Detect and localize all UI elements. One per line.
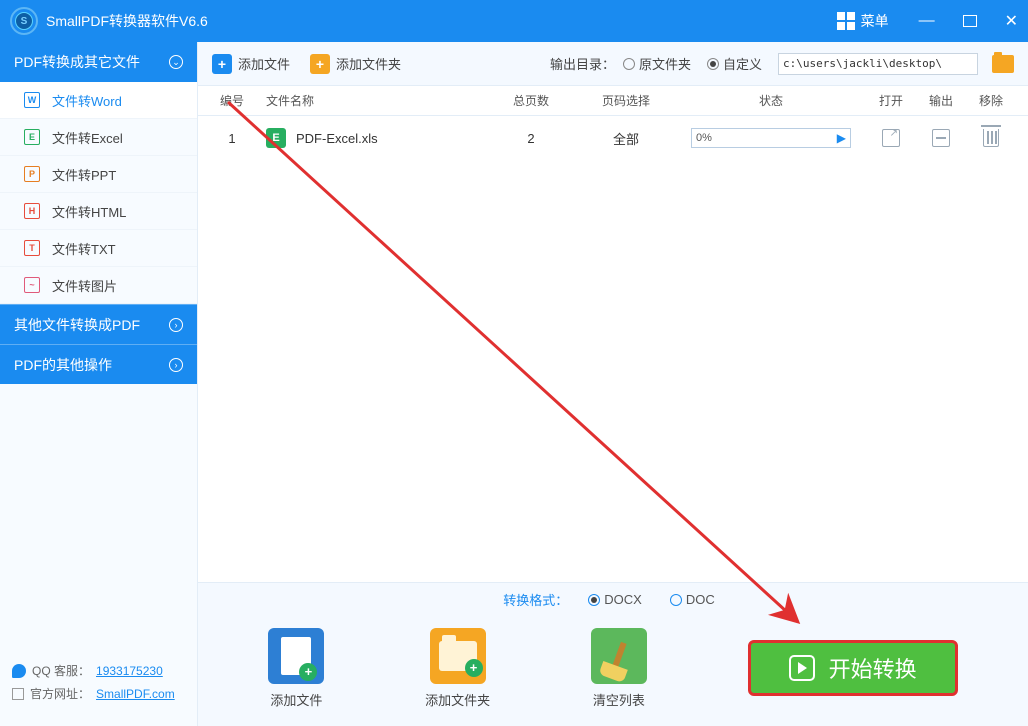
- format-label: 转换格式：: [503, 590, 568, 609]
- qq-icon: [12, 664, 26, 678]
- delete-button[interactable]: [983, 129, 999, 147]
- th-idx: 编号: [208, 92, 256, 109]
- action-label: 添加文件: [270, 690, 322, 709]
- file-list: 1 E PDF-Excel.xls 2 全部 0% ▶: [198, 116, 1028, 582]
- sidebar-item-ppt[interactable]: P文件转PPT: [0, 156, 197, 193]
- format-bar: 转换格式： DOCX DOC: [198, 582, 1028, 616]
- sidebar-group-pdf-to-other[interactable]: PDF转换成其它文件 ⌄: [0, 42, 197, 82]
- sidebar-item-label: 文件转Word: [52, 91, 122, 110]
- excel-file-icon: E: [266, 128, 286, 148]
- radio-label: 自定义: [723, 54, 762, 73]
- sidebar-item-word[interactable]: W文件转Word: [0, 82, 197, 119]
- sidebar-item-html[interactable]: H文件转HTML: [0, 193, 197, 230]
- cell-pages: 2: [486, 131, 576, 146]
- radio-docx[interactable]: DOCX: [588, 592, 642, 607]
- menu-button[interactable]: 菜单: [837, 11, 889, 31]
- action-clear-list[interactable]: 清空列表: [591, 628, 647, 709]
- start-convert-button[interactable]: 开始转换: [748, 640, 958, 696]
- chevron-right-icon: ›: [169, 318, 183, 332]
- cell-idx: 1: [208, 131, 256, 146]
- sidebar-item-label: 文件转图片: [52, 276, 117, 295]
- window-controls: — ✕: [919, 11, 1018, 31]
- cell-status: 0% ▶: [676, 128, 866, 148]
- group-label: PDF转换成其它文件: [14, 52, 140, 72]
- th-sel: 页码选择: [576, 92, 676, 109]
- action-label: 清空列表: [593, 690, 645, 709]
- qq-link[interactable]: 1933175230: [96, 664, 163, 678]
- progress-value: 0%: [696, 132, 712, 144]
- app-logo: S: [10, 7, 38, 35]
- radio-doc[interactable]: DOC: [670, 592, 715, 607]
- sidebar-group-pdf-other-ops[interactable]: PDF的其他操作 ›: [0, 344, 197, 384]
- output-label: 输出目录：: [550, 54, 615, 73]
- content: + 添加文件 + 添加文件夹 输出目录： 原文件夹 自定义 编号 文件名称 总页数 …: [198, 42, 1028, 726]
- minimize-button[interactable]: —: [919, 12, 935, 30]
- add-folder-icon: [430, 628, 486, 684]
- toolbar-label: 添加文件: [238, 54, 290, 73]
- output-path-input[interactable]: [778, 53, 978, 75]
- sidebar: PDF转换成其它文件 ⌄ W文件转Word E文件转Excel P文件转PPT …: [0, 42, 198, 726]
- play-icon: [789, 655, 815, 681]
- radio-custom-folder[interactable]: 自定义: [707, 54, 762, 73]
- radio-original-folder[interactable]: 原文件夹: [623, 54, 691, 73]
- toolbar-add-file[interactable]: + 添加文件: [212, 54, 290, 74]
- menu-label: 菜单: [861, 11, 889, 31]
- output-button[interactable]: [932, 129, 950, 147]
- toolbar-add-folder[interactable]: + 添加文件夹: [310, 54, 401, 74]
- radio-label: 原文件夹: [639, 54, 691, 73]
- action-add-file[interactable]: 添加文件: [268, 628, 324, 709]
- plus-icon: +: [212, 54, 232, 74]
- sidebar-item-excel[interactable]: E文件转Excel: [0, 119, 197, 156]
- chevron-right-icon: ›: [169, 358, 183, 372]
- action-add-folder[interactable]: 添加文件夹: [425, 628, 490, 709]
- start-label: 开始转换: [829, 652, 917, 684]
- maximize-button[interactable]: [963, 15, 977, 27]
- toolbar-label: 添加文件夹: [336, 54, 401, 73]
- sidebar-group-other-to-pdf[interactable]: 其他文件转换成PDF ›: [0, 304, 197, 344]
- titlebar: S SmallPDF转换器软件V6.6 菜单 — ✕: [0, 0, 1028, 42]
- group-label: PDF的其他操作: [14, 355, 112, 375]
- sidebar-footer: QQ 客服： 1933175230 官方网址： SmallPDF.com: [0, 652, 197, 726]
- sidebar-item-label: 文件转PPT: [52, 165, 116, 184]
- site-link[interactable]: SmallPDF.com: [96, 687, 175, 701]
- cell-page-select[interactable]: 全部: [576, 129, 676, 148]
- broom-icon: [591, 628, 647, 684]
- sidebar-item-image[interactable]: ~文件转图片: [0, 267, 197, 304]
- browse-folder-button[interactable]: [992, 55, 1014, 73]
- progress-bar[interactable]: 0% ▶: [691, 128, 851, 148]
- group-label: 其他文件转换成PDF: [14, 315, 140, 335]
- sidebar-item-label: 文件转TXT: [52, 239, 116, 258]
- th-status: 状态: [676, 92, 866, 109]
- table-header: 编号 文件名称 总页数 页码选择 状态 打开 输出 移除: [198, 86, 1028, 116]
- th-del: 移除: [966, 92, 1016, 109]
- home-icon: [12, 688, 24, 700]
- play-icon: ▶: [837, 131, 846, 145]
- open-button[interactable]: [882, 129, 900, 147]
- plus-icon: +: [310, 54, 330, 74]
- radio-label: DOCX: [604, 592, 642, 607]
- th-pages: 总页数: [486, 92, 576, 109]
- table-row[interactable]: 1 E PDF-Excel.xls 2 全部 0% ▶: [198, 116, 1028, 160]
- sidebar-item-label: 文件转HTML: [52, 202, 126, 221]
- site-label: 官方网址：: [30, 685, 90, 702]
- toolbar: + 添加文件 + 添加文件夹 输出目录： 原文件夹 自定义: [198, 42, 1028, 86]
- qq-label: QQ 客服：: [32, 662, 90, 679]
- app-title: SmallPDF转换器软件V6.6: [46, 11, 837, 31]
- close-button[interactable]: ✕: [1005, 11, 1018, 31]
- menu-grid-icon: [837, 12, 855, 30]
- th-out: 输出: [916, 92, 966, 109]
- th-name: 文件名称: [256, 92, 486, 109]
- sidebar-item-txt[interactable]: T文件转TXT: [0, 230, 197, 267]
- th-open: 打开: [866, 92, 916, 109]
- cell-name: E PDF-Excel.xls: [256, 128, 486, 148]
- action-bar: 添加文件 添加文件夹 清空列表 开始转换: [198, 616, 1028, 726]
- chevron-down-icon: ⌄: [169, 55, 183, 69]
- action-label: 添加文件夹: [425, 690, 490, 709]
- add-file-icon: [268, 628, 324, 684]
- radio-label: DOC: [686, 592, 715, 607]
- file-name: PDF-Excel.xls: [296, 131, 378, 146]
- sidebar-item-label: 文件转Excel: [52, 128, 123, 147]
